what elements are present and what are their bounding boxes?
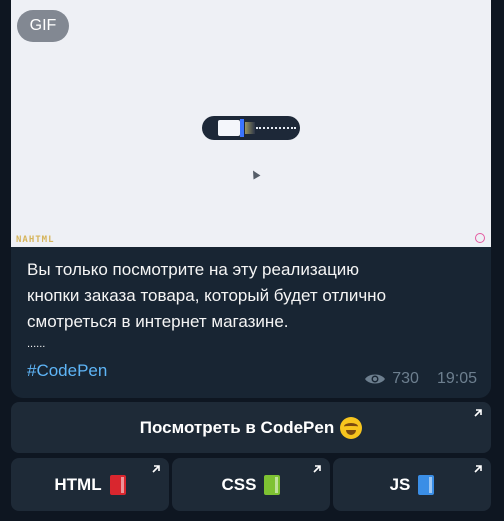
watermark: NAHTML: [16, 235, 55, 245]
message-time: 19:05: [436, 370, 477, 387]
blue-book-icon: [418, 474, 435, 495]
external-link-arrow-icon: [474, 409, 482, 417]
mouse-cursor-icon: [249, 168, 261, 180]
html-button-label: HTML: [54, 474, 102, 494]
gif-media[interactable]: GIF NAHTML: [11, 0, 491, 247]
gif-badge: GIF: [17, 10, 69, 42]
message-line: кнопки заказа товара, который будет отли…: [27, 286, 387, 305]
green-book-icon: [264, 474, 281, 495]
truck-door: [240, 119, 244, 137]
eye-icon: [365, 374, 386, 384]
external-link-arrow-icon: [313, 465, 321, 473]
codepen-button[interactable]: Посмотреть в CodePen: [11, 402, 491, 453]
box-icon: [218, 120, 240, 136]
message-line: ......: [27, 338, 46, 350]
view-count: 730: [392, 370, 419, 387]
red-book-icon: [109, 474, 126, 495]
message-line: смотреться в интернет магазине.: [27, 312, 289, 331]
codepen-button-label: Посмотреть в CodePen: [139, 417, 335, 437]
js-button-label: JS: [389, 474, 411, 494]
message-line: Вы только посмотрите на эту реализацию: [27, 260, 360, 279]
external-link-arrow-icon: [152, 465, 160, 473]
order-button-animation: [202, 116, 300, 140]
css-button-label: CSS: [221, 474, 257, 494]
external-link-arrow-icon: [474, 465, 482, 473]
star-struck-face-icon: [340, 416, 363, 439]
headlight: [245, 122, 255, 134]
html-button[interactable]: HTML: [11, 458, 169, 511]
hashtag-link[interactable]: #CodePen: [27, 361, 107, 381]
dribbble-icon: [475, 233, 485, 243]
js-button[interactable]: JS: [333, 458, 491, 511]
message-meta: 730 19:05: [364, 370, 477, 388]
message-text: Вы только посмотрите на эту реализацию к…: [27, 257, 479, 353]
chat-view: GIF NAHTML Вы только посмотрите на эту р…: [0, 0, 504, 521]
css-button[interactable]: CSS: [172, 458, 330, 511]
message-bubble: GIF NAHTML Вы только посмотрите на эту р…: [11, 0, 491, 398]
road-dashes: [256, 127, 296, 129]
